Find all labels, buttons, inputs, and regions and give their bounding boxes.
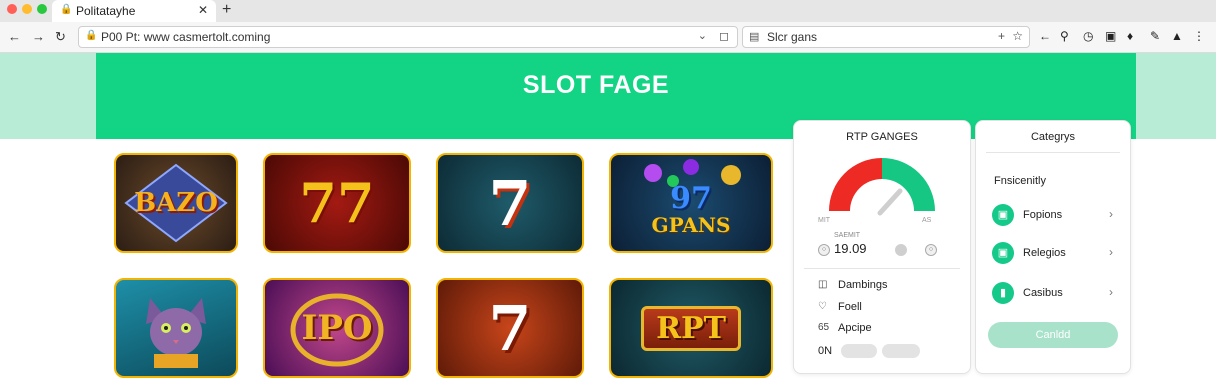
close-tab-icon[interactable]: ✕ — [198, 3, 208, 17]
history-icon[interactable]: ◷ — [1083, 29, 1093, 43]
star-icon[interactable]: ☆ — [1012, 29, 1023, 43]
category-icon: ▮ — [992, 282, 1014, 304]
navigation-bar: ← → ↻ 🔒 P00 Pt: www casmertolt.coming ⌄ … — [0, 22, 1216, 53]
toggle-pill[interactable] — [841, 344, 877, 358]
game-tile-7[interactable]: 7 — [436, 153, 584, 253]
profile-icon[interactable]: ▲ — [1171, 29, 1183, 43]
rtp-panel: RTP GANGES MIT AS SAEMIT ○ 19.09 ○ ◫ Dam… — [793, 120, 971, 374]
toggle-pill[interactable] — [882, 344, 920, 358]
tile-title: BAZO — [134, 188, 218, 218]
browser-tab[interactable]: 🔒 Politatayhe ✕ — [52, 0, 216, 22]
hero-side-band — [0, 53, 96, 139]
category-label: Casibus — [1023, 287, 1063, 299]
game-tile-rpt[interactable]: RPT — [609, 278, 773, 378]
rtp-item-label: Apcipe — [838, 322, 872, 334]
category-icon: ▣ — [992, 242, 1014, 264]
hero-side-band — [1136, 53, 1216, 139]
lock-icon: 🔒 — [85, 30, 98, 41]
cat-character-icon — [146, 298, 206, 368]
tile-title: IPO — [301, 308, 373, 348]
forward-icon[interactable]: → — [32, 29, 45, 44]
info-icon[interactable]: ○ — [925, 244, 937, 256]
category-icon: ▣ — [992, 204, 1014, 226]
game-tile-cat[interactable] — [114, 278, 238, 378]
tab-bar: 🔒 Politatayhe ✕ + — [0, 0, 1216, 22]
search-bar[interactable]: ▤ Slcr gans + ☆ — [742, 26, 1030, 48]
tile-title: 7 — [488, 291, 532, 365]
tile-subtitle: GPANS — [651, 213, 731, 237]
rtp-item-label: Foell — [838, 301, 862, 313]
address-bar[interactable]: 🔒 P00 Pt: www casmertolt.coming ⌄ ◻ — [78, 26, 738, 48]
chevron-right-icon: › — [1109, 207, 1113, 221]
minimize-window-button[interactable] — [22, 4, 32, 14]
divider — [986, 152, 1120, 153]
lock-icon: 🔒 — [60, 4, 73, 15]
game-tile-gpans[interactable]: 97 GPANS — [609, 153, 773, 253]
coin-icon: ○ — [818, 244, 830, 256]
game-tile-ipo[interactable]: IPO — [263, 278, 411, 378]
dot-icon — [895, 244, 907, 256]
divider — [804, 268, 960, 269]
pin-icon[interactable]: ⚲ — [1060, 29, 1069, 43]
heart-icon: ♡ — [818, 301, 827, 312]
page-title: SLOT FAGE — [522, 71, 670, 99]
url-text: P00 Pt: www casmertolt.coming — [101, 30, 271, 44]
category-subtitle: Fnsicenitly — [994, 175, 1046, 187]
reload-icon[interactable]: ↻ — [55, 29, 66, 45]
tab-title: Politatayhe — [76, 4, 136, 18]
new-tab-button[interactable]: + — [222, 1, 231, 19]
category-label: Fopions — [1023, 209, 1063, 221]
puzzle-icon[interactable]: ♦ — [1127, 29, 1133, 43]
category-panel: Categrys Fnsicenitly ▣ Fopions › ▣ Releg… — [975, 120, 1131, 374]
cards-icon: ◫ — [818, 279, 828, 290]
gauge-caption: SAEMIT — [834, 232, 861, 239]
chevron-right-icon: › — [1109, 285, 1113, 299]
back-arrow-icon[interactable]: ← — [1039, 29, 1051, 43]
chevron-right-icon: › — [1109, 245, 1113, 259]
tile-title: RPT — [656, 310, 726, 346]
gauge-max-label: AS — [922, 217, 932, 224]
category-action-button[interactable]: Canldd — [988, 322, 1118, 348]
maximize-window-button[interactable] — [37, 4, 47, 14]
camera-icon[interactable]: ▣ — [1105, 29, 1116, 43]
category-label: Relegios — [1023, 247, 1066, 259]
rtp-gauge — [829, 158, 935, 216]
gauge-min-label: MIT — [818, 217, 831, 224]
category-panel-title: Categrys — [1030, 131, 1076, 143]
plus-icon[interactable]: + — [998, 29, 1005, 43]
tile-title: 97 — [670, 181, 712, 216]
pen-icon[interactable]: ✎ — [1150, 29, 1160, 43]
game-tile-77[interactable]: 77 — [263, 153, 411, 253]
rtp-item-label: Dambings — [838, 279, 888, 291]
search-text: Slcr gans — [767, 30, 818, 44]
tile-title: 77 — [299, 171, 375, 235]
page-icon: ▤ — [749, 31, 760, 43]
game-tile-7-red[interactable]: 7 — [436, 278, 584, 378]
rtp-bottom-label: 0N — [818, 345, 833, 357]
close-window-button[interactable] — [7, 4, 17, 14]
tile-title: 7 — [488, 166, 532, 240]
menu-icon[interactable]: ⋮ — [1193, 29, 1205, 43]
back-icon[interactable]: ← — [8, 29, 21, 44]
rtp-value: 19.09 — [834, 241, 867, 256]
game-tile-bazo[interactable]: BAZO — [114, 153, 238, 253]
extension-icon[interactable]: ◻ — [719, 29, 729, 43]
number-icon: 65 — [818, 322, 830, 333]
chevron-down-icon[interactable]: ⌄ — [698, 29, 707, 42]
